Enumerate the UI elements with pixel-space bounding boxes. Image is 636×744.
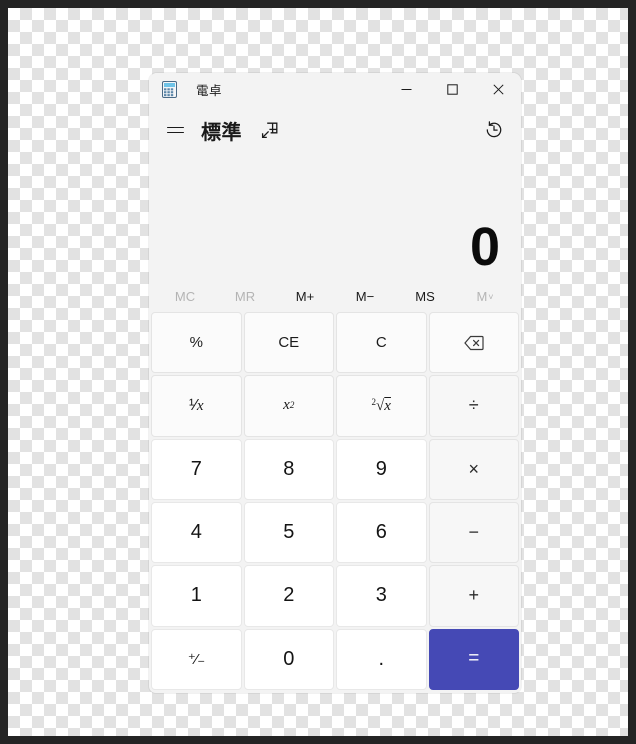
digit-2-button[interactable]: 2 [243,565,334,627]
add-button[interactable]: + [428,565,519,627]
calculator-display[interactable]: 0 [149,154,521,280]
digit-3-button[interactable]: 3 [336,565,427,627]
clear-entry-button[interactable]: CE [243,312,334,374]
page-title: 標準 [201,121,242,144]
backspace-button[interactable] [428,312,519,374]
subtract-button[interactable]: − [428,501,519,564]
memory-bar: MC MR M+ M− MS M ˅ [149,280,521,312]
digit-0-button[interactable]: 0 [243,628,334,690]
reciprocal-button[interactable]: ¹⁄x [151,375,242,437]
memory-recall-button: MR [215,282,275,310]
clear-button[interactable]: C [336,312,427,374]
close-button[interactable] [475,73,521,106]
title-bar[interactable]: 電卓 [149,73,521,106]
digit-4-button[interactable]: 4 [151,501,242,564]
digit-8-button[interactable]: 8 [243,438,334,500]
window-controls [383,73,521,106]
memory-open-button: M ˅ [455,282,515,310]
square-button[interactable]: x2 [243,375,334,437]
memory-subtract-button[interactable]: M− [335,282,395,310]
memory-button-label: MS [415,288,435,304]
percent-button[interactable]: % [151,312,242,374]
memory-button-label: M− [355,288,375,304]
digit-1-button[interactable]: 1 [151,565,242,627]
memory-clear-button: MC [155,282,215,310]
memory-add-button[interactable]: M+ [275,282,335,310]
hamburger-menu-icon[interactable] [157,113,193,147]
keypad: % CE C ¹⁄x x 2 2√x ÷ 7 8 9 × 4 5 6− 1 2 3 + ⁺⁄₋ 0. = [149,312,521,693]
keep-on-top-icon[interactable] [254,115,284,145]
multiply-button[interactable]: × [428,438,519,500]
digit-5-button[interactable]: 5 [243,501,334,564]
plus-minus-button[interactable]: ⁺⁄₋ [151,628,242,690]
app-header: 標準 [149,106,521,154]
history-icon[interactable] [477,113,511,147]
chevron-down-icon: ˅ [488,292,494,302]
memory-button-label: M+ [295,288,315,304]
window-title: 電卓 [196,84,223,98]
calculator-icon [161,81,178,98]
screenshot-canvas: 電卓 標準 0 MC MR M+ M− MS M ˅ % CE C ¹⁄x x … [0,0,636,744]
memory-store-button[interactable]: MS [395,282,455,310]
digit-7-button[interactable]: 7 [151,438,242,500]
square-root-button[interactable]: 2√x [336,375,427,437]
divide-button[interactable]: ÷ [428,375,519,437]
decimal-point-button[interactable]: . [336,628,427,690]
memory-button-label: M [476,288,488,304]
digit-9-button[interactable]: 9 [336,438,427,500]
memory-button-label: MR [234,288,256,304]
result-value: 0 [469,217,500,277]
minimize-button[interactable] [383,73,429,106]
equals-button[interactable]: = [428,628,519,690]
calculator-window: 電卓 標準 0 MC MR M+ M− MS M ˅ % CE C ¹⁄x x … [149,73,521,693]
memory-button-label: MC [174,288,196,304]
maximize-button[interactable] [429,73,475,106]
digit-6-button[interactable]: 6 [336,501,427,564]
